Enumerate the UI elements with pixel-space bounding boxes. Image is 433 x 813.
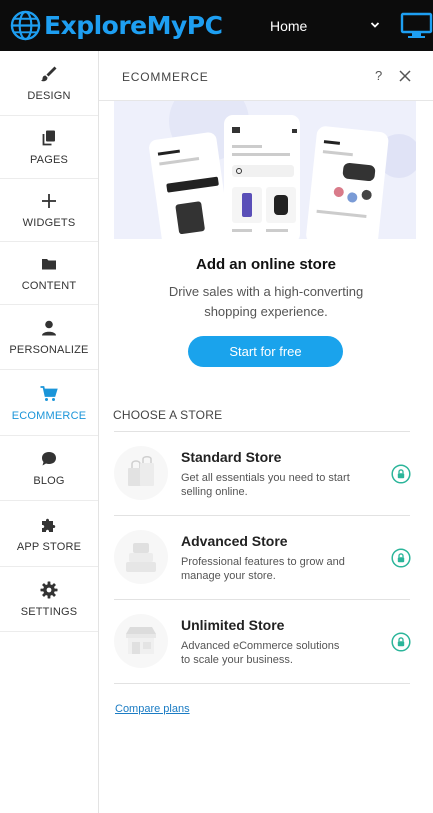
sidebar-item-label: PAGES: [29, 154, 69, 166]
sidebar: DESIGN PAGES WIDGETS CONTENT PERSONALIZE: [0, 51, 99, 813]
panel-header: ECOMMERCE ?: [99, 51, 433, 101]
puzzle-icon: [42, 518, 56, 532]
plus-icon: [42, 194, 56, 208]
choose-store-heading: CHOOSE A STORE: [113, 408, 223, 422]
store-description: Professional features to grow and manage…: [181, 556, 345, 582]
close-icon[interactable]: [398, 69, 412, 83]
sidebar-item-label: DESIGN: [27, 90, 71, 102]
desktop-view-icon[interactable]: [400, 12, 433, 39]
logo[interactable]: ExploreMyPC: [10, 8, 223, 42]
ecommerce-panel: ECOMMERCE ? Add an online store Drive sa…: [99, 51, 433, 813]
hero-subtitle: Drive sales with a high-converting shopp…: [168, 284, 364, 319]
sidebar-item-design[interactable]: DESIGN: [0, 51, 98, 116]
store-option-unlimited[interactable]: Unlimited Store Advanced eCommerce solut…: [114, 600, 411, 684]
lock-icon: [391, 464, 411, 484]
sidebar-item-personalize[interactable]: PERSONALIZE: [0, 305, 98, 370]
store-name: Advanced Store: [181, 533, 288, 549]
sidebar-item-widgets[interactable]: WIDGETS: [0, 179, 98, 242]
hero-illustration: [114, 101, 416, 239]
sidebar-item-blog[interactable]: BLOG: [0, 436, 98, 501]
sidebar-item-pages[interactable]: PAGES: [0, 116, 98, 179]
store-name: Unlimited Store: [181, 617, 285, 633]
phones-illustration: [149, 101, 416, 239]
panel-title: ECOMMERCE: [122, 70, 209, 84]
help-button[interactable]: ?: [375, 68, 382, 83]
chevron-down-icon: [370, 22, 380, 28]
top-bar: ExploreMyPC Home: [0, 0, 433, 51]
sidebar-item-ecommerce[interactable]: ECOMMERCE: [0, 370, 98, 436]
cart-icon: [40, 385, 58, 401]
brush-icon: [41, 66, 57, 82]
sidebar-item-label: SETTINGS: [20, 606, 78, 618]
sidebar-item-label: PERSONALIZE: [9, 344, 89, 356]
lock-icon: [391, 548, 411, 568]
store-name: Standard Store: [181, 449, 282, 465]
store-option-advanced[interactable]: Advanced Store Professional features to …: [114, 516, 411, 600]
sidebar-item-content[interactable]: CONTENT: [0, 242, 98, 305]
start-for-free-button[interactable]: Start for free: [188, 336, 343, 367]
sidebar-item-app-store[interactable]: APP STORE: [0, 501, 98, 567]
compare-plans-link[interactable]: Compare plans: [115, 703, 190, 715]
store-description: Get all essentials you need to start sel…: [181, 472, 350, 498]
store-description: Advanced eCommerce solutions to scale yo…: [181, 640, 340, 666]
sidebar-item-label: APP STORE: [16, 540, 82, 553]
sidebar-item-label: BLOG: [33, 475, 65, 487]
page-select-value: Home: [270, 18, 308, 34]
chat-icon: [42, 452, 56, 466]
pages-icon: [42, 130, 55, 146]
logo-text: ExploreMyPC: [44, 10, 223, 40]
sidebar-item-label: WIDGETS: [22, 217, 76, 229]
packages-icon: [114, 530, 168, 584]
lock-icon: [391, 632, 411, 652]
storefront-icon: [114, 614, 168, 668]
globe-icon: [10, 10, 41, 40]
sidebar-item-label: CONTENT: [21, 280, 77, 292]
shopping-bags-icon: [114, 446, 168, 500]
store-option-standard[interactable]: Standard Store Get all essentials you ne…: [114, 432, 411, 516]
hero-title: Add an online store: [195, 256, 336, 273]
folder-icon: [42, 259, 56, 270]
page-select[interactable]: Home: [258, 12, 386, 40]
store-list: Standard Store Get all essentials you ne…: [114, 431, 411, 684]
sidebar-item-label: ECOMMERCE: [11, 409, 87, 422]
person-icon: [42, 320, 56, 336]
gear-icon: [40, 581, 58, 599]
sidebar-item-settings[interactable]: SETTINGS: [0, 567, 98, 632]
